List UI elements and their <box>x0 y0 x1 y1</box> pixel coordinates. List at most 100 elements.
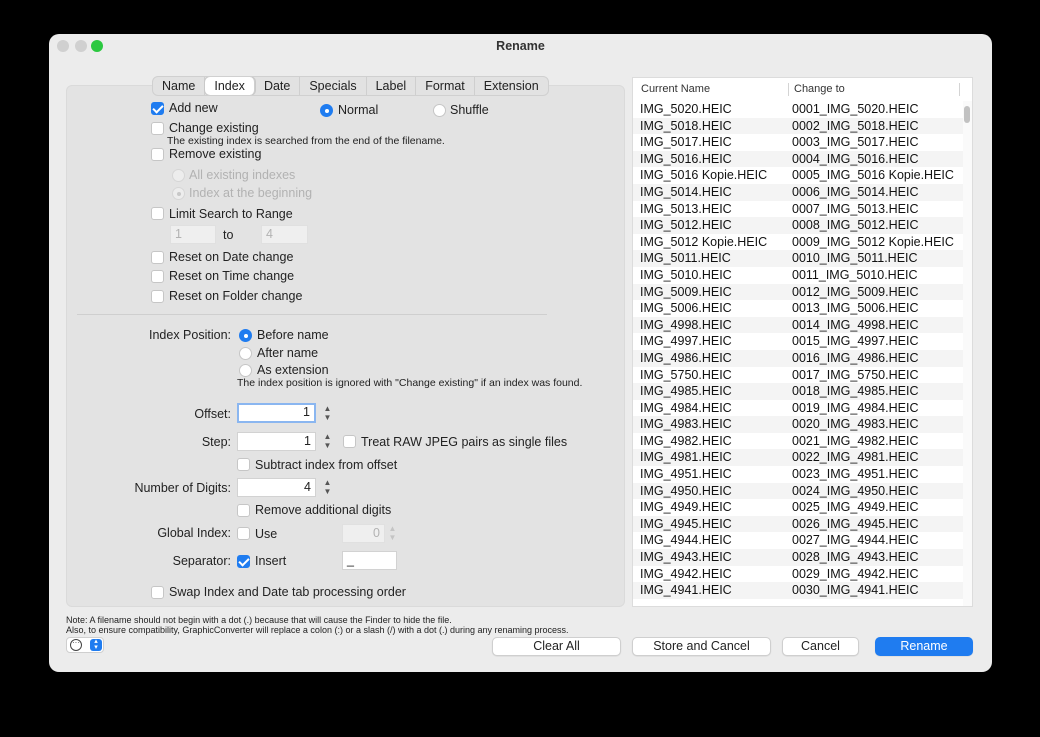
new-name: 0008_IMG_5012.HEIC <box>792 218 919 233</box>
list-item[interactable]: IMG_5017.HEIC 0003_IMG_5017.HEIC <box>633 134 963 151</box>
file-list[interactable]: Current Name Change to IMG_5020.HEIC 0001… <box>632 77 973 607</box>
list-item[interactable]: IMG_4943.HEIC 0028_IMG_4943.HEIC <box>633 549 963 566</box>
index-at-beginning-radio[interactable] <box>172 187 185 200</box>
cancel-button[interactable]: Cancel <box>782 637 859 656</box>
list-item[interactable]: IMG_5018.HEIC 0002_IMG_5018.HEIC <box>633 117 963 135</box>
tab-format[interactable]: Format <box>416 77 475 95</box>
offset-stepper[interactable]: ▲ ▼ <box>322 404 333 423</box>
all-existing-indexes-radio[interactable] <box>172 169 185 182</box>
subtract-index-checkbox[interactable] <box>237 458 250 471</box>
list-item[interactable]: IMG_4998.HEIC 0014_IMG_4998.HEIC <box>633 316 963 334</box>
add-new-checkbox[interactable] <box>151 102 164 115</box>
list-item[interactable]: IMG_5006.HEIC 0013_IMG_5006.HEIC <box>633 300 963 317</box>
step-stepper[interactable]: ▲ ▼ <box>322 432 333 451</box>
separator-insert-checkbox[interactable] <box>237 555 250 568</box>
tab-index[interactable]: Index <box>205 77 255 95</box>
column-separator[interactable] <box>959 83 960 96</box>
digits-stepper[interactable]: ▲ ▼ <box>322 478 333 497</box>
list-item[interactable]: IMG_5014.HEIC 0006_IMG_5014.HEIC <box>633 183 963 201</box>
window-title: Rename <box>496 39 545 53</box>
list-item[interactable]: IMG_4950.HEIC 0024_IMG_4950.HEIC <box>633 482 963 500</box>
index-position-note: The index position is ignored with "Chan… <box>237 377 583 389</box>
swap-order-checkbox[interactable] <box>151 586 164 599</box>
list-item[interactable]: IMG_4984.HEIC 0019_IMG_4984.HEIC <box>633 400 963 417</box>
tab-extension[interactable]: Extension <box>475 77 548 95</box>
new-name: 0029_IMG_4942.HEIC <box>792 566 919 581</box>
current-name: IMG_5012.HEIC <box>640 218 732 233</box>
global-use-checkbox[interactable] <box>237 527 250 540</box>
step-field[interactable]: 1 <box>237 432 316 451</box>
after-name-radio[interactable] <box>239 347 252 360</box>
list-item[interactable]: IMG_5016.HEIC 0004_IMG_5016.HEIC <box>633 150 963 168</box>
digits-field[interactable]: 4 <box>237 478 316 497</box>
global-index-stepper[interactable]: ▲ ▼ <box>387 524 398 543</box>
note-line-2: Also, to ensure compatibility, GraphicCo… <box>66 625 569 635</box>
list-item[interactable]: IMG_4983.HEIC 0020_IMG_4983.HEIC <box>633 416 963 433</box>
column-separator[interactable] <box>788 83 789 96</box>
as-extension-radio[interactable] <box>239 364 252 377</box>
new-name: 0030_IMG_4941.HEIC <box>792 583 919 598</box>
list-item[interactable]: IMG_5020.HEIC 0001_IMG_5020.HEIC <box>633 101 963 118</box>
current-name: IMG_4941.HEIC <box>640 583 732 598</box>
action-popup[interactable]: ··· ▴ ▾ <box>66 637 104 653</box>
list-item[interactable]: IMG_5011.HEIC 0010_IMG_5011.HEIC <box>633 250 963 267</box>
list-item[interactable]: IMG_5012 Kopie.HEIC 0009_IMG_5012 Kopie.H… <box>633 234 963 251</box>
list-item[interactable]: IMG_4949.HEIC 0025_IMG_4949.HEIC <box>633 499 963 516</box>
normal-radio[interactable] <box>320 104 333 117</box>
list-item[interactable]: IMG_4985.HEIC 0018_IMG_4985.HEIC <box>633 383 963 400</box>
index-at-beginning-label: Index at the beginning <box>189 186 313 200</box>
store-and-cancel-button[interactable]: Store and Cancel <box>632 637 771 656</box>
shuffle-radio[interactable] <box>433 104 446 117</box>
list-item[interactable]: IMG_5010.HEIC 0011_IMG_5010.HEIC <box>633 267 963 284</box>
list-item[interactable]: IMG_4944.HEIC 0027_IMG_4944.HEIC <box>633 532 963 549</box>
list-item[interactable]: IMG_4942.HEIC 0029_IMG_4942.HEIC <box>633 566 963 583</box>
new-name: 0018_IMG_4985.HEIC <box>792 384 919 399</box>
list-item[interactable]: IMG_4945.HEIC 0026_IMG_4945.HEIC <box>633 515 963 533</box>
offset-field[interactable]: 1 <box>237 403 316 423</box>
reset-date-checkbox[interactable] <box>151 251 164 264</box>
list-item[interactable]: IMG_5016 Kopie.HEIC 0005_IMG_5016 Kopie.H… <box>633 167 963 184</box>
list-item[interactable]: IMG_5012.HEIC 0008_IMG_5012.HEIC <box>633 217 963 234</box>
remove-existing-checkbox[interactable] <box>151 148 164 161</box>
new-name: 0023_IMG_4951.HEIC <box>792 467 919 482</box>
column-header-change[interactable]: Change to <box>794 78 845 100</box>
tab-specials[interactable]: Specials <box>300 77 367 95</box>
treat-raw-checkbox[interactable] <box>343 435 356 448</box>
reset-folder-checkbox[interactable] <box>151 290 164 303</box>
tab-name[interactable]: Name <box>153 77 206 95</box>
list-item[interactable]: IMG_4941.HEIC 0030_IMG_4941.HEIC <box>633 582 963 599</box>
current-name: IMG_4986.HEIC <box>640 350 732 365</box>
list-item[interactable]: IMG_4986.HEIC 0016_IMG_4986.HEIC <box>633 349 963 367</box>
list-item[interactable]: IMG_4982.HEIC 0021_IMG_4982.HEIC <box>633 433 963 450</box>
step-label: Step: <box>201 435 231 449</box>
index-position-label: Index Position: <box>149 328 231 342</box>
vertical-scrollbar[interactable] <box>963 101 972 606</box>
current-name: IMG_5006.HEIC <box>640 301 732 316</box>
range-to-field[interactable]: 4 <box>261 225 308 244</box>
clear-all-button[interactable]: Clear All <box>492 637 621 656</box>
scroll-thumb[interactable] <box>964 106 970 123</box>
remove-digits-checkbox[interactable] <box>237 504 250 517</box>
current-name: IMG_5013.HEIC <box>640 201 732 216</box>
tab-label[interactable]: Label <box>367 77 417 95</box>
list-item[interactable]: IMG_5750.HEIC 0017_IMG_5750.HEIC <box>633 367 963 384</box>
before-name-radio[interactable] <box>239 329 252 342</box>
column-header-current[interactable]: Current Name <box>641 78 710 100</box>
global-index-label: Global Index: <box>157 526 231 540</box>
list-item[interactable]: IMG_4997.HEIC 0015_IMG_4997.HEIC <box>633 333 963 350</box>
range-from-field[interactable]: 1 <box>170 225 216 244</box>
global-index-field[interactable]: 0 <box>342 524 385 543</box>
rename-button[interactable]: Rename <box>875 637 973 656</box>
separator-field[interactable]: _ <box>342 551 397 570</box>
tab-date[interactable]: Date <box>255 77 301 95</box>
list-item[interactable]: IMG_5013.HEIC 0007_IMG_5013.HEIC <box>633 201 963 218</box>
limit-search-checkbox[interactable] <box>151 207 164 220</box>
new-name: 0014_IMG_4998.HEIC <box>792 317 919 332</box>
list-item[interactable]: IMG_4951.HEIC 0023_IMG_4951.HEIC <box>633 466 963 483</box>
reset-time-checkbox[interactable] <box>151 270 164 283</box>
new-name: 0007_IMG_5013.HEIC <box>792 201 919 216</box>
change-existing-checkbox[interactable] <box>151 122 164 135</box>
add-new-label: Add new <box>169 101 218 115</box>
list-item[interactable]: IMG_5009.HEIC 0012_IMG_5009.HEIC <box>633 283 963 301</box>
list-item[interactable]: IMG_4981.HEIC 0022_IMG_4981.HEIC <box>633 449 963 467</box>
